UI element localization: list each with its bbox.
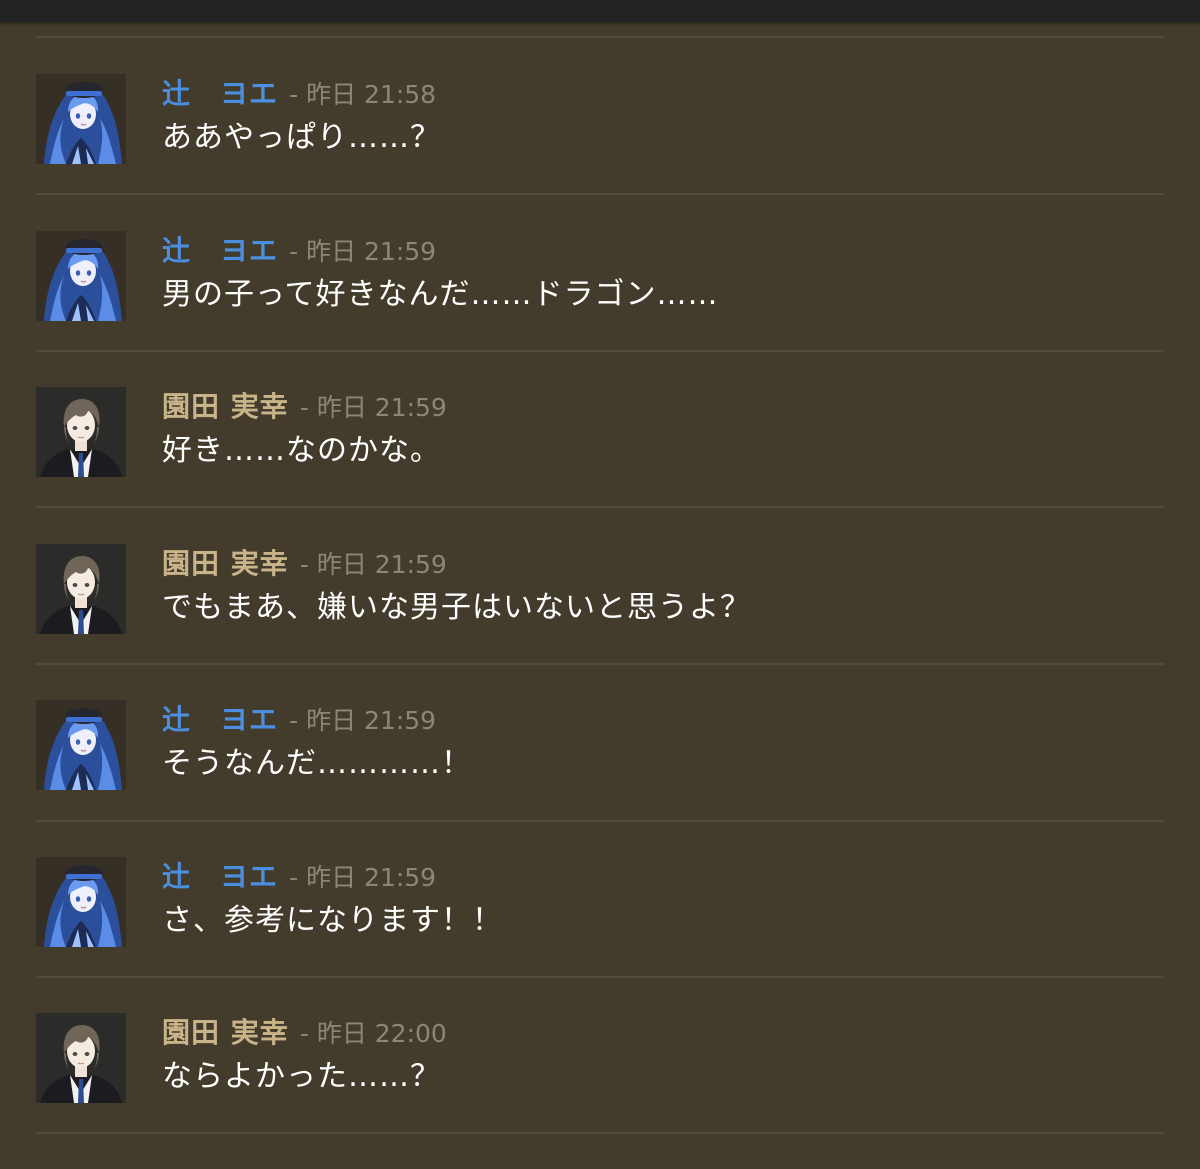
- top-bar: [0, 0, 1200, 22]
- message-header: 園田 実幸 - 昨日 21:59: [162, 387, 447, 427]
- message-text: 男の子って好きなんだ……ドラゴン……: [162, 277, 719, 312]
- author-avatar[interactable]: [36, 1013, 126, 1103]
- author-name[interactable]: 園田 実幸: [162, 390, 289, 423]
- message-text: 好き……なのかな。: [162, 433, 441, 468]
- divider: [36, 36, 1164, 38]
- message-text: さ、参考になります！！: [162, 903, 503, 938]
- message-timestamp: 昨日 21:59: [306, 237, 437, 266]
- meta-separator: -: [299, 1019, 309, 1048]
- mika-avatar-art: [36, 544, 126, 634]
- divider: [36, 820, 1164, 822]
- message-meta: - 昨日 21:59: [300, 550, 447, 579]
- meta-separator: -: [299, 550, 309, 579]
- author-name[interactable]: 辻 ヨエ: [162, 77, 278, 110]
- message-header: 辻 ヨエ - 昨日 21:59: [162, 700, 436, 740]
- yoe-avatar-art: [36, 74, 126, 164]
- message-item[interactable]: 辻 ヨエ - 昨日 21:59 そうなんだ…………！: [0, 700, 1200, 856]
- author-avatar[interactable]: [36, 700, 126, 790]
- author-name[interactable]: 園田 実幸: [162, 1016, 289, 1049]
- mika-avatar-art: [36, 387, 126, 477]
- author-avatar[interactable]: [36, 387, 126, 477]
- message-timestamp: 昨日 21:59: [306, 863, 437, 892]
- divider: [36, 350, 1164, 352]
- message-meta: - 昨日 21:59: [289, 863, 436, 892]
- meta-separator: -: [289, 863, 299, 892]
- author-name[interactable]: 辻 ヨエ: [162, 860, 278, 893]
- mika-avatar-art: [36, 1013, 126, 1103]
- message-timestamp: 昨日 21:59: [306, 706, 437, 735]
- message-item[interactable]: 園田 実幸 - 昨日 21:59 好き……なのかな。: [0, 387, 1200, 543]
- yoe-avatar-art: [36, 700, 126, 790]
- divider: [36, 663, 1164, 665]
- author-avatar[interactable]: [36, 231, 126, 321]
- meta-separator: -: [299, 393, 309, 422]
- message-item[interactable]: 園田 実幸 - 昨日 21:59 でもまあ、嫌いな男子はいないと思うよ？: [0, 544, 1200, 700]
- author-name[interactable]: 辻 ヨエ: [162, 703, 278, 736]
- message-text: そうなんだ…………！: [162, 746, 472, 781]
- author-name[interactable]: 園田 実幸: [162, 547, 289, 580]
- divider: [36, 193, 1164, 195]
- divider: [36, 976, 1164, 978]
- message-text: でもまあ、嫌いな男子はいないと思うよ？: [162, 590, 751, 625]
- message-header: 辻 ヨエ - 昨日 21:59: [162, 857, 436, 897]
- message-header: 辻 ヨエ - 昨日 21:58: [162, 74, 436, 114]
- message-timestamp: 昨日 21:59: [316, 550, 447, 579]
- divider: [36, 506, 1164, 508]
- message-item[interactable]: 辻 ヨエ - 昨日 21:59 さ、参考になります！！: [0, 857, 1200, 1013]
- message-meta: - 昨日 21:59: [300, 393, 447, 422]
- message-item[interactable]: 辻 ヨエ - 昨日 21:58 ああやっぱり……？: [0, 74, 1200, 230]
- message-meta: - 昨日 21:59: [289, 237, 436, 266]
- meta-separator: -: [289, 706, 299, 735]
- author-name[interactable]: 辻 ヨエ: [162, 234, 278, 267]
- meta-separator: -: [289, 80, 299, 109]
- message-header: 辻 ヨエ - 昨日 21:59: [162, 231, 436, 271]
- message-item[interactable]: 園田 実幸 - 昨日 22:00 ならよかった……？: [0, 1013, 1200, 1169]
- author-avatar[interactable]: [36, 74, 126, 164]
- message-meta: - 昨日 21:59: [289, 706, 436, 735]
- message-timestamp: 昨日 21:59: [316, 393, 447, 422]
- message-timestamp: 昨日 21:58: [306, 80, 437, 109]
- yoe-avatar-art: [36, 231, 126, 321]
- message-header: 園田 実幸 - 昨日 21:59: [162, 544, 447, 584]
- message-header: 園田 実幸 - 昨日 22:00: [162, 1013, 447, 1053]
- message-timestamp: 昨日 22:00: [316, 1019, 447, 1048]
- message-meta: - 昨日 21:58: [289, 80, 436, 109]
- message-text: ああやっぱり……？: [162, 120, 441, 155]
- author-avatar[interactable]: [36, 857, 126, 947]
- divider: [36, 1132, 1164, 1134]
- message-meta: - 昨日 22:00: [300, 1019, 447, 1048]
- author-avatar[interactable]: [36, 544, 126, 634]
- yoe-avatar-art: [36, 857, 126, 947]
- meta-separator: -: [289, 237, 299, 266]
- message-item[interactable]: 辻 ヨエ - 昨日 21:59 男の子って好きなんだ……ドラゴン……: [0, 231, 1200, 387]
- message-text: ならよかった……？: [162, 1059, 441, 1094]
